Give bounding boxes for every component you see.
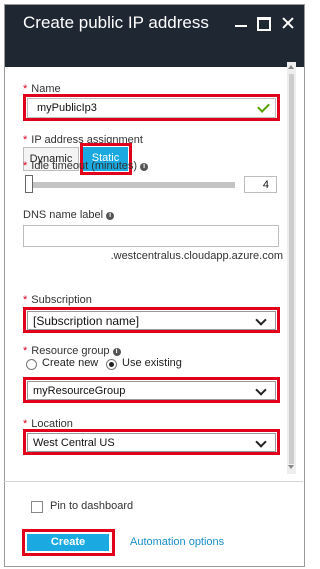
pin-to-dashboard-checkbox[interactable] [31, 501, 43, 513]
dns-suffix: .westcentralus.cloudapp.azure.com [110, 250, 283, 262]
scrollbar-thumb[interactable] [289, 74, 294, 464]
idle-timeout-slider-thumb[interactable] [25, 175, 33, 193]
scroll-up-icon[interactable] [288, 65, 294, 69]
highlight-location [23, 429, 280, 455]
required-star: * [23, 160, 28, 172]
use-existing-label[interactable]: Use existing [122, 357, 182, 369]
subscription-label: * Subscription [23, 294, 92, 306]
minimize-icon[interactable] [233, 15, 249, 31]
create-new-radio[interactable] [26, 359, 37, 370]
vertical-scrollbar[interactable] [287, 62, 296, 474]
idle-timeout-value: 4 [262, 179, 269, 191]
automation-options-link[interactable]: Automation options [130, 536, 224, 548]
resource-group-label: * Resource group i [23, 345, 121, 357]
info-icon[interactable]: i [140, 163, 149, 171]
pin-to-dashboard-label[interactable]: Pin to dashboard [50, 500, 133, 512]
create-new-label[interactable]: Create new [42, 357, 98, 369]
use-existing-radio[interactable] [106, 359, 117, 370]
required-star: * [23, 345, 28, 357]
required-star: * [23, 294, 28, 306]
info-icon[interactable]: i [106, 212, 115, 220]
title-bar: Create public IP address [5, 5, 304, 67]
info-icon[interactable]: i [112, 348, 121, 356]
dns-input[interactable] [23, 225, 279, 247]
highlight-name [23, 94, 280, 121]
idle-timeout-label: * Idle timeout (minutes) i [23, 160, 149, 172]
close-icon[interactable] [280, 15, 296, 31]
footer-divider [4, 481, 303, 482]
idle-timeout-input[interactable]: 4 [244, 176, 277, 193]
idle-timeout-slider-track[interactable] [31, 182, 235, 188]
required-star: * [23, 134, 28, 146]
highlight-create [22, 529, 115, 556]
blade-title: Create public IP address [23, 13, 209, 32]
maximize-icon[interactable] [256, 15, 272, 31]
dns-label: DNS name label i [23, 209, 115, 221]
highlight-subscription [23, 307, 280, 333]
highlight-resource-group [23, 377, 280, 403]
scroll-down-icon[interactable] [288, 465, 294, 469]
